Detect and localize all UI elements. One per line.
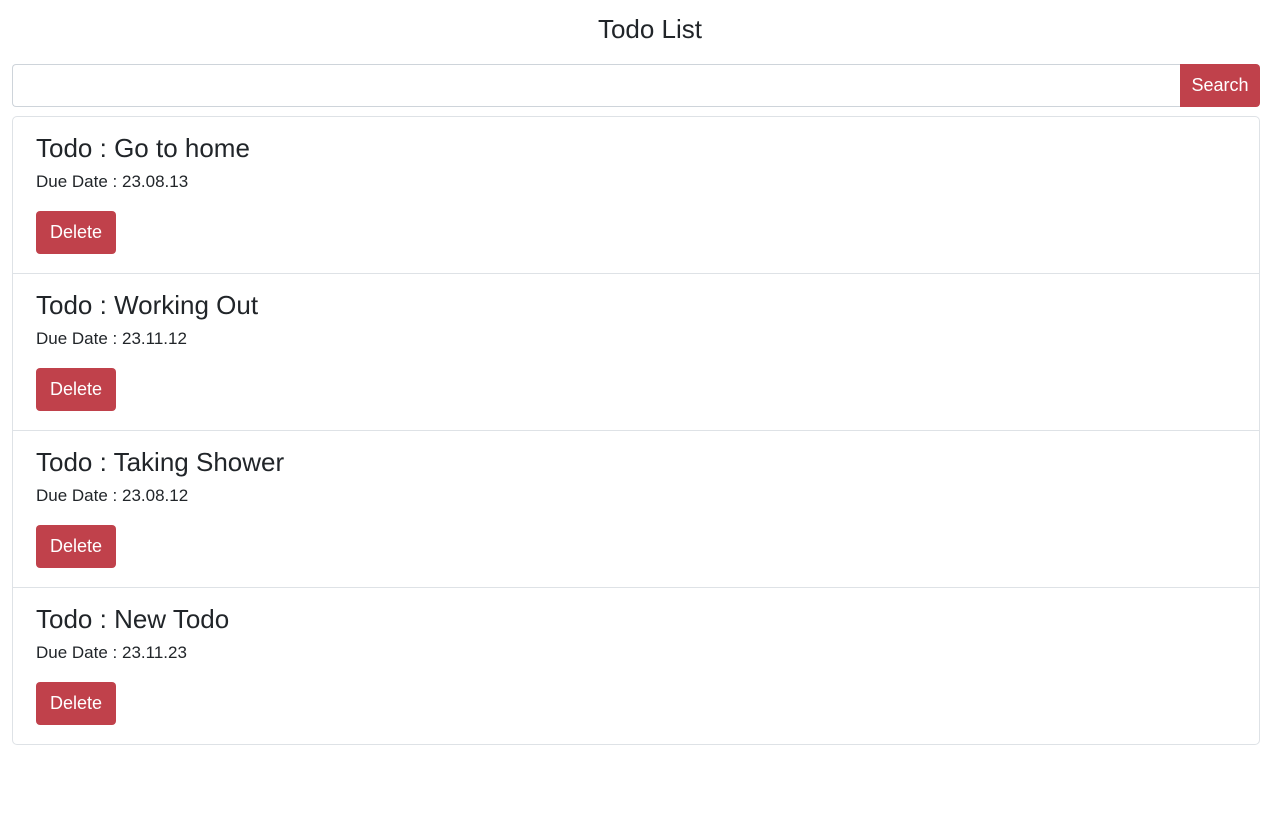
todo-title-text: Working Out — [114, 290, 259, 320]
todo-title-text: Go to home — [114, 133, 250, 163]
search-button[interactable]: Search — [1180, 64, 1260, 107]
delete-button[interactable]: Delete — [36, 525, 116, 568]
page-title: Todo List — [597, 14, 703, 44]
todo-due-value: 23.08.12 — [122, 486, 189, 505]
todo-title-text: New Todo — [114, 604, 230, 634]
delete-button[interactable]: Delete — [36, 368, 116, 411]
todo-item: Todo : Taking Shower Due Date : 23.08.12… — [13, 431, 1259, 588]
todo-title-prefix: Todo : — [36, 604, 115, 634]
search-bar: Search — [12, 64, 1260, 107]
todo-due-prefix: Due Date : — [36, 486, 122, 505]
todo-title-prefix: Todo : — [36, 447, 114, 477]
todo-title: Todo : Taking Shower — [36, 446, 1236, 479]
todo-due-value: 23.08.13 — [122, 172, 189, 191]
todo-item: Todo : Working Out Due Date : 23.11.12 D… — [13, 274, 1259, 431]
todo-due-date: Due Date : 23.11.12 — [36, 328, 1236, 350]
todo-due-date: Due Date : 23.11.23 — [36, 642, 1236, 664]
todo-due-date: Due Date : 23.08.12 — [36, 485, 1236, 507]
todo-due-prefix: Due Date : — [36, 329, 122, 348]
todo-list: Todo : Go to home Due Date : 23.08.13 De… — [12, 116, 1260, 745]
todo-due-prefix: Due Date : — [36, 643, 122, 662]
todo-title: Todo : Working Out — [36, 289, 1236, 322]
todo-item: Todo : Go to home Due Date : 23.08.13 De… — [13, 117, 1259, 274]
todo-due-date: Due Date : 23.08.13 — [36, 171, 1236, 193]
search-input[interactable] — [12, 64, 1180, 107]
todo-due-prefix: Due Date : — [36, 172, 122, 191]
todo-item: Todo : New Todo Due Date : 23.11.23 Dele… — [13, 588, 1259, 744]
todo-due-value: 23.11.23 — [122, 643, 187, 662]
delete-button[interactable]: Delete — [36, 682, 116, 725]
todo-title-prefix: Todo : — [36, 133, 115, 163]
todo-due-value: 23.11.12 — [122, 329, 187, 348]
todo-title: Todo : New Todo — [36, 603, 1236, 636]
todo-title-prefix: Todo : — [36, 290, 115, 320]
todo-title: Todo : Go to home — [36, 132, 1236, 165]
delete-button[interactable]: Delete — [36, 211, 116, 254]
todo-title-text: Taking Shower — [113, 447, 285, 477]
